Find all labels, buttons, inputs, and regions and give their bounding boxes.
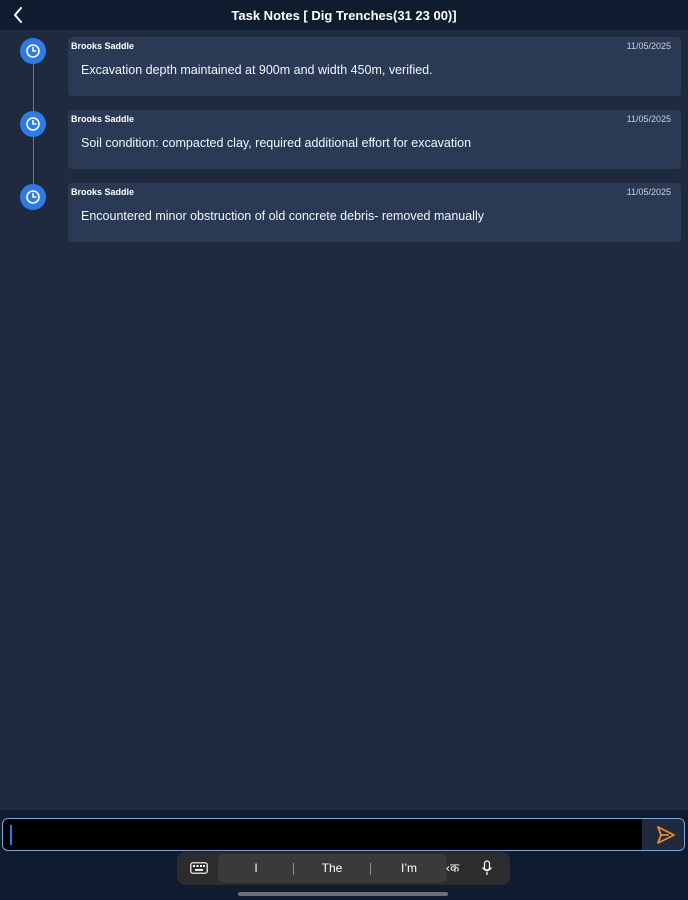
clock-icon (20, 111, 46, 137)
send-button[interactable] (655, 824, 677, 846)
language-key: क (450, 861, 460, 875)
note-item: Brooks Saddle 11/05/2025 Soil condition:… (0, 103, 688, 169)
note-author: Brooks Saddle (71, 41, 135, 51)
note-card[interactable]: Brooks Saddle 11/05/2025 Excavation dept… (68, 37, 681, 96)
note-author: Brooks Saddle (71, 187, 135, 197)
language-switch[interactable]: ‹क (446, 859, 459, 876)
note-text: Soil condition: compacted clay, required… (81, 136, 472, 150)
keyboard-suggestion-strip: I The I’m ‹क (0, 852, 688, 900)
suggestion-item[interactable]: I’m (371, 854, 447, 883)
home-indicator (238, 892, 448, 896)
note-input[interactable] (2, 818, 685, 851)
page-title: Task Notes [ Dig Trenches(31 23 00)] (231, 7, 457, 23)
send-area (642, 819, 684, 850)
note-author: Brooks Saddle (71, 114, 135, 124)
note-date: 11/05/2025 (626, 187, 671, 197)
suggestion-group: I The I’m (218, 854, 447, 883)
clock-icon (20, 38, 46, 64)
note-date: 11/05/2025 (626, 41, 671, 51)
note-card[interactable]: Brooks Saddle 11/05/2025 Encountered min… (68, 183, 681, 242)
note-text: Excavation depth maintained at 900m and … (81, 63, 433, 77)
note-item: Brooks Saddle 11/05/2025 Excavation dept… (0, 30, 688, 96)
keyboard-toolbar: I The I’m ‹क (177, 852, 510, 885)
suggestion-item[interactable]: I (218, 854, 294, 883)
clock-icon (20, 184, 46, 210)
chevron-left-icon (14, 7, 22, 23)
microphone-icon[interactable] (477, 858, 497, 878)
suggestion-item[interactable]: The (294, 854, 370, 883)
app-header: Task Notes [ Dig Trenches(31 23 00)] (0, 0, 688, 30)
note-composer (0, 810, 688, 856)
note-date: 11/05/2025 (626, 114, 671, 124)
keyboard-icon[interactable] (189, 858, 209, 878)
note-item: Brooks Saddle 11/05/2025 Encountered min… (0, 176, 688, 242)
note-card[interactable]: Brooks Saddle 11/05/2025 Soil condition:… (68, 110, 681, 169)
send-icon (657, 826, 675, 844)
back-button[interactable] (8, 4, 28, 26)
text-cursor (10, 825, 12, 845)
note-text: Encountered minor obstruction of old con… (81, 209, 484, 223)
